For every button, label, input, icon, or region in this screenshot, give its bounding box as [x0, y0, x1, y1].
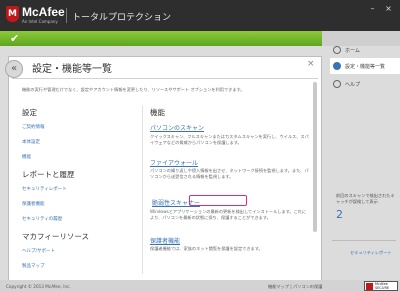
close-window-button[interactable]: ×	[383, 4, 394, 13]
sidebar-divider	[332, 240, 396, 241]
minimize-button[interactable]: –	[367, 4, 378, 13]
sidebar-item-label: ホーム	[345, 48, 360, 54]
feature-desc-parental: 保護者機能では、家族のネット閲覧を保護を設定できます。	[150, 246, 263, 251]
feature-link-scan[interactable]: パソコンのスキャン	[150, 123, 204, 132]
sidebar-item-label: 設定・機能等一覧	[345, 64, 386, 70]
reports-heading: レポートと履歴	[22, 170, 75, 179]
column-divider	[142, 106, 143, 274]
pending-count[interactable]: 2	[336, 208, 343, 221]
copyright-text: Copyright © 2013 McAfee, Inc.	[6, 284, 71, 289]
link-general-settings[interactable]: 本体設定	[22, 139, 137, 145]
feature-link-vulnerability[interactable]: 脆弱性スキャナー	[152, 198, 200, 207]
secure-shield-icon	[366, 283, 373, 290]
link-security-history[interactable]: セキュリティの履歴	[22, 216, 137, 222]
feature-desc-vulnerability: Windowsとアプリケーションの最新の更新を検出してインストールします。これに…	[150, 209, 307, 220]
link-product-map[interactable]: 製品マップ	[22, 263, 137, 269]
feature-link-firewall[interactable]: ファイアウォール	[150, 158, 198, 167]
sidebar-security-report-link[interactable]: セキュリティレポート	[350, 250, 392, 256]
header-divider	[66, 8, 67, 23]
feature-desc-scan: クイックスキャン、フルスキャンまたはカスタムスキャンを実行し、ウイルス、スパイウ…	[150, 134, 309, 145]
panel-title: 設定・機能等一覧	[32, 64, 112, 75]
features-heading: 機能	[150, 108, 165, 117]
feature-desc-firewall: パソコンの繰り返しや侵入情報を出させ、ネットワーク接続を監視します。また、パソコ…	[150, 168, 309, 179]
settings-heading: 設定	[22, 108, 37, 117]
panel-scrollbar[interactable]	[313, 82, 317, 232]
link-subscription[interactable]: ご契約情報	[22, 124, 137, 130]
mcafee-logo-icon: M	[6, 6, 19, 22]
sidebar-item-settings-list[interactable]: 設定・機能等一覧	[330, 58, 400, 74]
protection-status-bar: ✔	[0, 31, 322, 46]
brand-name: McAfee	[22, 5, 65, 19]
resources-heading: マカフィーリソース	[22, 232, 89, 241]
link-features[interactable]: 機能	[22, 154, 137, 160]
pending-items-text: 前回のスキャンで検出されたキャッチが誤検して表示	[336, 193, 395, 204]
title-divider	[12, 78, 318, 79]
link-help-support[interactable]: ヘルプ/サポート	[22, 248, 137, 254]
sidebar-item-help[interactable]: ヘルプ	[330, 76, 400, 92]
link-parental[interactable]: 保護者機能	[22, 201, 137, 207]
brand-subtitle: An Intel Company	[22, 19, 58, 24]
feature-link-parental[interactable]: 保護者機能	[150, 236, 180, 245]
left-column: 設定 ご契約情報 本体設定 機能 レポートと履歴 セキュリティレポート 保護者機…	[22, 107, 137, 278]
mcafee-secure-badge[interactable]: McAfee SECURE	[364, 281, 398, 291]
sidebar-item-label: ヘルプ	[345, 82, 361, 88]
home-icon	[333, 46, 341, 54]
secure-badge-label: McAfee SECURE	[375, 282, 390, 290]
link-security-report[interactable]: セキュリティレポート	[22, 186, 137, 192]
list-icon	[333, 62, 341, 70]
close-panel-icon[interactable]: ×	[307, 59, 315, 69]
footer-links[interactable]: 機能マップ | パソコンの保護	[268, 284, 322, 290]
back-button[interactable]: «	[5, 60, 23, 78]
sidebar-item-home[interactable]: ホーム	[330, 42, 400, 58]
check-icon: ✔	[10, 32, 20, 45]
help-icon	[333, 80, 341, 88]
app-title: トータルプロテクション	[72, 13, 172, 23]
panel-description: 機能の実行や管理だけでなく、設定やアカウント情報を変更したり、リソースやサポート…	[22, 87, 245, 92]
